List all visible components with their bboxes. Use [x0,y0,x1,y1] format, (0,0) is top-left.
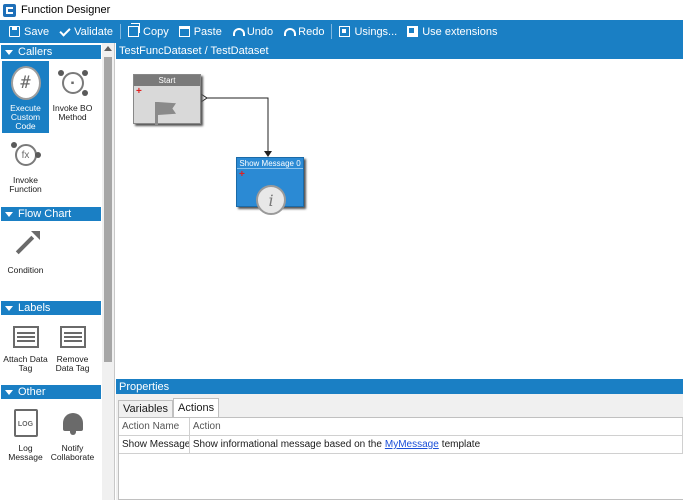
section-labels[interactable]: Labels [1,301,101,315]
toolbar: Save Validate Copy Paste Undo Redo Using… [0,20,683,43]
node-show-message-title: Show Message 0 [237,158,303,169]
bell-icon [61,411,85,435]
undo-icon [232,26,245,37]
properties-panel: Variables Actions Action Name Action Sho… [116,394,683,500]
section-callers[interactable]: Callers [1,45,101,59]
palette-item-notify-collaborate[interactable]: Notify Collaborate [49,401,96,473]
save-icon [9,26,20,37]
extensions-icon [407,26,419,37]
node-start[interactable]: Start + [133,74,201,126]
copy-icon [128,23,141,37]
flag-icon [155,102,158,126]
title-bar: Function Designer [0,0,683,20]
canvas-breadcrumb: TestFuncDataset / TestDataset [116,43,683,59]
check-icon [59,26,70,37]
paste-icon [178,26,190,37]
palette-item-condition[interactable]: Condition [2,223,49,279]
invoke-function-icon: fx [9,138,43,172]
plus-icon[interactable]: + [239,170,245,180]
activity-palette: Callers # Execute Custom Code ▪ Invoke B… [0,43,115,500]
palette-item-attach-data-tag[interactable]: Attach Data Tag [2,317,49,373]
message-template-link[interactable]: MyMessage [385,439,439,450]
section-other[interactable]: Other [1,385,101,399]
palette-item-invoke-function[interactable]: fx Invoke Function [2,133,49,205]
design-canvas[interactable]: Start + Show Message 0 i + [116,59,683,378]
node-show-message[interactable]: Show Message 0 i + [236,157,304,215]
cell-action: Show informational message based on the … [190,436,683,453]
save-button[interactable]: Save [4,20,54,43]
tab-actions[interactable]: Actions [173,398,220,417]
column-header-action[interactable]: Action [190,418,683,435]
code-icon: # [10,66,41,100]
chevron-down-icon [5,211,13,217]
palette-item-remove-data-tag[interactable]: Remove Data Tag [49,317,96,373]
app-icon [3,3,16,17]
paste-button[interactable]: Paste [174,20,227,43]
actions-grid: Action Name Action Show Message 0 Show i… [118,417,683,500]
chevron-down-icon [5,49,13,55]
remove-tag-icon [59,325,86,348]
window-title: Function Designer [21,4,111,16]
invoke-method-icon: ▪ [56,66,90,100]
toolbar-separator [331,24,333,39]
palette-scrollbar[interactable] [102,43,114,500]
palette-item-invoke-bo-method[interactable]: ▪ Invoke BO Method [49,61,96,133]
tab-variables[interactable]: Variables [118,400,174,417]
table-row[interactable]: Show Message 0 Show informational messag… [119,436,683,454]
plus-icon[interactable]: + [136,87,142,97]
palette-item-log-message[interactable]: LOG Log Message [2,401,49,473]
undo-button[interactable]: Undo [227,20,278,43]
section-flow-chart[interactable]: Flow Chart [1,207,101,221]
usings-button[interactable]: Usings... [334,20,402,43]
redo-button[interactable]: Redo [278,20,329,43]
usings-icon [339,26,351,37]
properties-header: Properties [116,379,683,394]
scroll-up-icon[interactable] [104,46,112,51]
info-icon: i [256,185,286,215]
copy-button[interactable]: Copy [123,20,174,43]
scrollbar-thumb[interactable] [104,57,112,362]
cell-action-name: Show Message 0 [119,436,190,453]
use-extensions-button[interactable]: Use extensions [402,20,502,43]
chevron-down-icon [5,305,13,311]
toolbar-separator [120,24,122,39]
chevron-down-icon [5,389,13,395]
node-start-title: Start [134,75,200,86]
palette-item-execute-custom-code[interactable]: # Execute Custom Code [2,61,49,133]
attach-tag-icon [12,325,39,348]
log-icon: LOG [13,409,38,437]
condition-icon [12,231,40,259]
redo-icon [283,26,297,37]
validate-button[interactable]: Validate [54,20,118,43]
column-header-action-name[interactable]: Action Name [119,418,190,435]
